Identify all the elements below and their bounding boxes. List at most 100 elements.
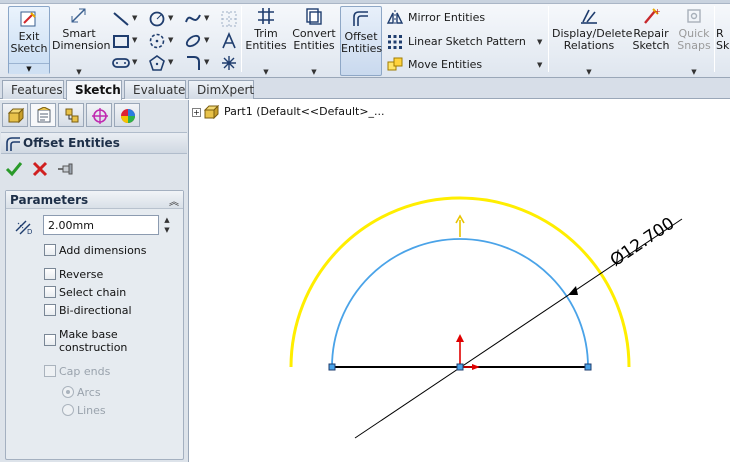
- parameters-header[interactable]: Parameters ︽: [6, 191, 183, 209]
- tab-sketch-label: Sketch: [75, 83, 121, 97]
- expand-plus-icon[interactable]: +: [192, 107, 201, 117]
- convert-entities-label: Convert Entities: [292, 27, 336, 52]
- select-chain-checkbox[interactable]: [44, 286, 56, 298]
- fillet-icon[interactable]: [184, 54, 202, 72]
- lines-radio[interactable]: [62, 404, 74, 416]
- offset-distance-icon: D: [15, 220, 32, 235]
- display-relations-dropdown-arrow[interactable]: ▼: [586, 66, 591, 78]
- arcs-radio[interactable]: [62, 386, 74, 398]
- move-entities-dropdown-arrow[interactable]: ▼: [537, 61, 542, 69]
- display-manager-tab[interactable]: [114, 103, 140, 127]
- trim-entities-button[interactable]: Trim Entities ▼: [244, 6, 288, 76]
- slot-icon[interactable]: [112, 54, 130, 72]
- part-icon: [204, 105, 220, 119]
- display-delete-relations-button[interactable]: Display/Delete Relations ▼: [552, 6, 632, 76]
- slot-dropdown-arrow[interactable]: ▼: [132, 58, 137, 66]
- add-dimensions-checkbox[interactable]: [44, 244, 56, 256]
- make-base-construction-checkbox[interactable]: [44, 334, 56, 346]
- dimxpert-manager-tab[interactable]: [86, 103, 112, 127]
- rapid-sketch-button-partial[interactable]: R Sk: [716, 28, 730, 52]
- tab-dimxpert-label: DimXpert: [197, 83, 255, 97]
- linear-sketch-pattern-label: Linear Sketch Pattern: [408, 35, 526, 48]
- tab-evaluate[interactable]: Evaluate: [124, 80, 186, 99]
- cancel-x-icon[interactable]: [30, 159, 50, 179]
- command-manager-tabs: Features Sketch Evaluate DimXpert: [0, 78, 730, 100]
- tab-features[interactable]: Features: [2, 80, 64, 99]
- part-label: Part1 (Default<<Default>_...: [224, 105, 385, 118]
- make-base-construction-label: Make base construction: [59, 328, 128, 354]
- circle-icon[interactable]: [148, 10, 166, 28]
- collapse-chevron-icon[interactable]: ︽: [169, 193, 179, 208]
- exit-sketch-button[interactable]: Exit Sketch ▼: [8, 6, 50, 74]
- offset-entities-button[interactable]: Offset Entities: [340, 6, 382, 76]
- quick-snaps-label: Quick Snaps: [677, 27, 711, 52]
- mirror-entities-button[interactable]: Mirror Entities: [386, 8, 485, 28]
- linear-sketch-pattern-button[interactable]: Linear Sketch Pattern: [386, 32, 526, 52]
- dimxpert-icon: [92, 108, 108, 124]
- tab-features-label: Features: [11, 83, 63, 97]
- lines-radio-label: Lines: [77, 404, 106, 417]
- quick-snaps-icon: [687, 9, 701, 23]
- feature-manager-tab[interactable]: [2, 103, 28, 127]
- smart-dimension-dropdown-arrow[interactable]: ▼: [76, 66, 81, 78]
- repair-sketch-button[interactable]: + Repair Sketch: [628, 6, 674, 52]
- feature-tree-flyout[interactable]: + Part1 (Default<<Default>_...: [192, 105, 385, 119]
- ellipse-dropdown-arrow[interactable]: ▼: [204, 36, 209, 44]
- text-icon[interactable]: [220, 32, 238, 50]
- graphics-area[interactable]: Ø12.700 + Part1 (Default<<Default>_...: [190, 100, 730, 462]
- spline-dropdown-arrow[interactable]: ▼: [204, 14, 209, 22]
- linear-pattern-dropdown-arrow[interactable]: ▼: [537, 38, 542, 46]
- appearance-icon: [121, 109, 135, 123]
- left-endpoint-point[interactable]: [328, 363, 336, 371]
- reverse-checkbox[interactable]: [44, 268, 56, 280]
- polygon-dropdown-arrow[interactable]: ▼: [168, 58, 173, 66]
- configuration-manager-tab[interactable]: [58, 103, 84, 127]
- arc-icon[interactable]: [148, 32, 166, 50]
- spline-icon[interactable]: [184, 10, 202, 28]
- fillet-dropdown-arrow[interactable]: ▼: [204, 58, 209, 66]
- smart-dimension-label: Smart Dimension: [52, 27, 111, 52]
- quick-snaps-button[interactable]: Quick Snaps ▼: [676, 6, 712, 76]
- line-icon[interactable]: [112, 10, 130, 28]
- display-delete-relations-label: Display/Delete Relations: [552, 27, 633, 52]
- tab-dimxpert[interactable]: DimXpert: [188, 80, 254, 99]
- point-icon[interactable]: [220, 54, 238, 72]
- ribbon-separator: [241, 6, 242, 72]
- bi-directional-checkbox[interactable]: [44, 304, 56, 316]
- center-origin-point[interactable]: [456, 363, 464, 371]
- quick-snaps-dropdown-arrow[interactable]: ▼: [691, 66, 696, 78]
- trim-entities-dropdown-arrow[interactable]: ▼: [263, 66, 268, 78]
- smart-dimension-icon: [71, 8, 86, 23]
- property-manager-panel: Offset Entities Parameters ︽ D ▲▼ Add di…: [0, 100, 189, 462]
- linear-pattern-icon: [388, 35, 402, 49]
- sketch-drawing[interactable]: Ø12.700: [190, 100, 730, 462]
- ellipse-icon[interactable]: [184, 32, 202, 50]
- convert-entities-button[interactable]: Convert Entities ▼: [290, 6, 338, 76]
- cap-ends-checkbox[interactable]: [44, 365, 56, 377]
- tab-sketch[interactable]: Sketch: [66, 80, 122, 100]
- property-manager-title-bar: Offset Entities: [1, 132, 187, 154]
- rectangle-icon[interactable]: [112, 32, 130, 50]
- line-dropdown-arrow[interactable]: ▼: [132, 14, 137, 22]
- convert-entities-icon: [306, 8, 322, 25]
- move-entities-label: Move Entities: [408, 58, 483, 71]
- arc-dropdown-arrow[interactable]: ▼: [168, 36, 173, 44]
- pushpin-icon[interactable]: [56, 159, 76, 179]
- polygon-icon[interactable]: [148, 54, 166, 72]
- property-manager-tab[interactable]: [30, 103, 56, 127]
- grid-icon[interactable]: [220, 10, 238, 28]
- tab-evaluate-label: Evaluate: [133, 83, 186, 97]
- circle-dropdown-arrow[interactable]: ▼: [168, 14, 173, 22]
- sketch-entities-group: ▼ ▼ ▼ ▼ ▼ ▼ ▼ ▼ ▼: [110, 8, 240, 74]
- smart-dimension-button[interactable]: Smart Dimension ▼: [52, 6, 110, 76]
- offset-distance-input[interactable]: [43, 215, 159, 235]
- right-endpoint-point[interactable]: [584, 363, 592, 371]
- exit-sketch-dropdown-arrow[interactable]: ▼: [9, 63, 49, 74]
- move-entities-button[interactable]: Move Entities: [386, 55, 482, 75]
- rectangle-dropdown-arrow[interactable]: ▼: [132, 36, 137, 44]
- diameter-dimension-text[interactable]: Ø12.700: [607, 214, 679, 271]
- repair-sketch-label: Repair Sketch: [632, 27, 670, 52]
- convert-entities-dropdown-arrow[interactable]: ▼: [311, 66, 316, 78]
- ok-check-icon[interactable]: [4, 159, 24, 179]
- offset-distance-spinner[interactable]: ▲ ▼: [160, 215, 174, 235]
